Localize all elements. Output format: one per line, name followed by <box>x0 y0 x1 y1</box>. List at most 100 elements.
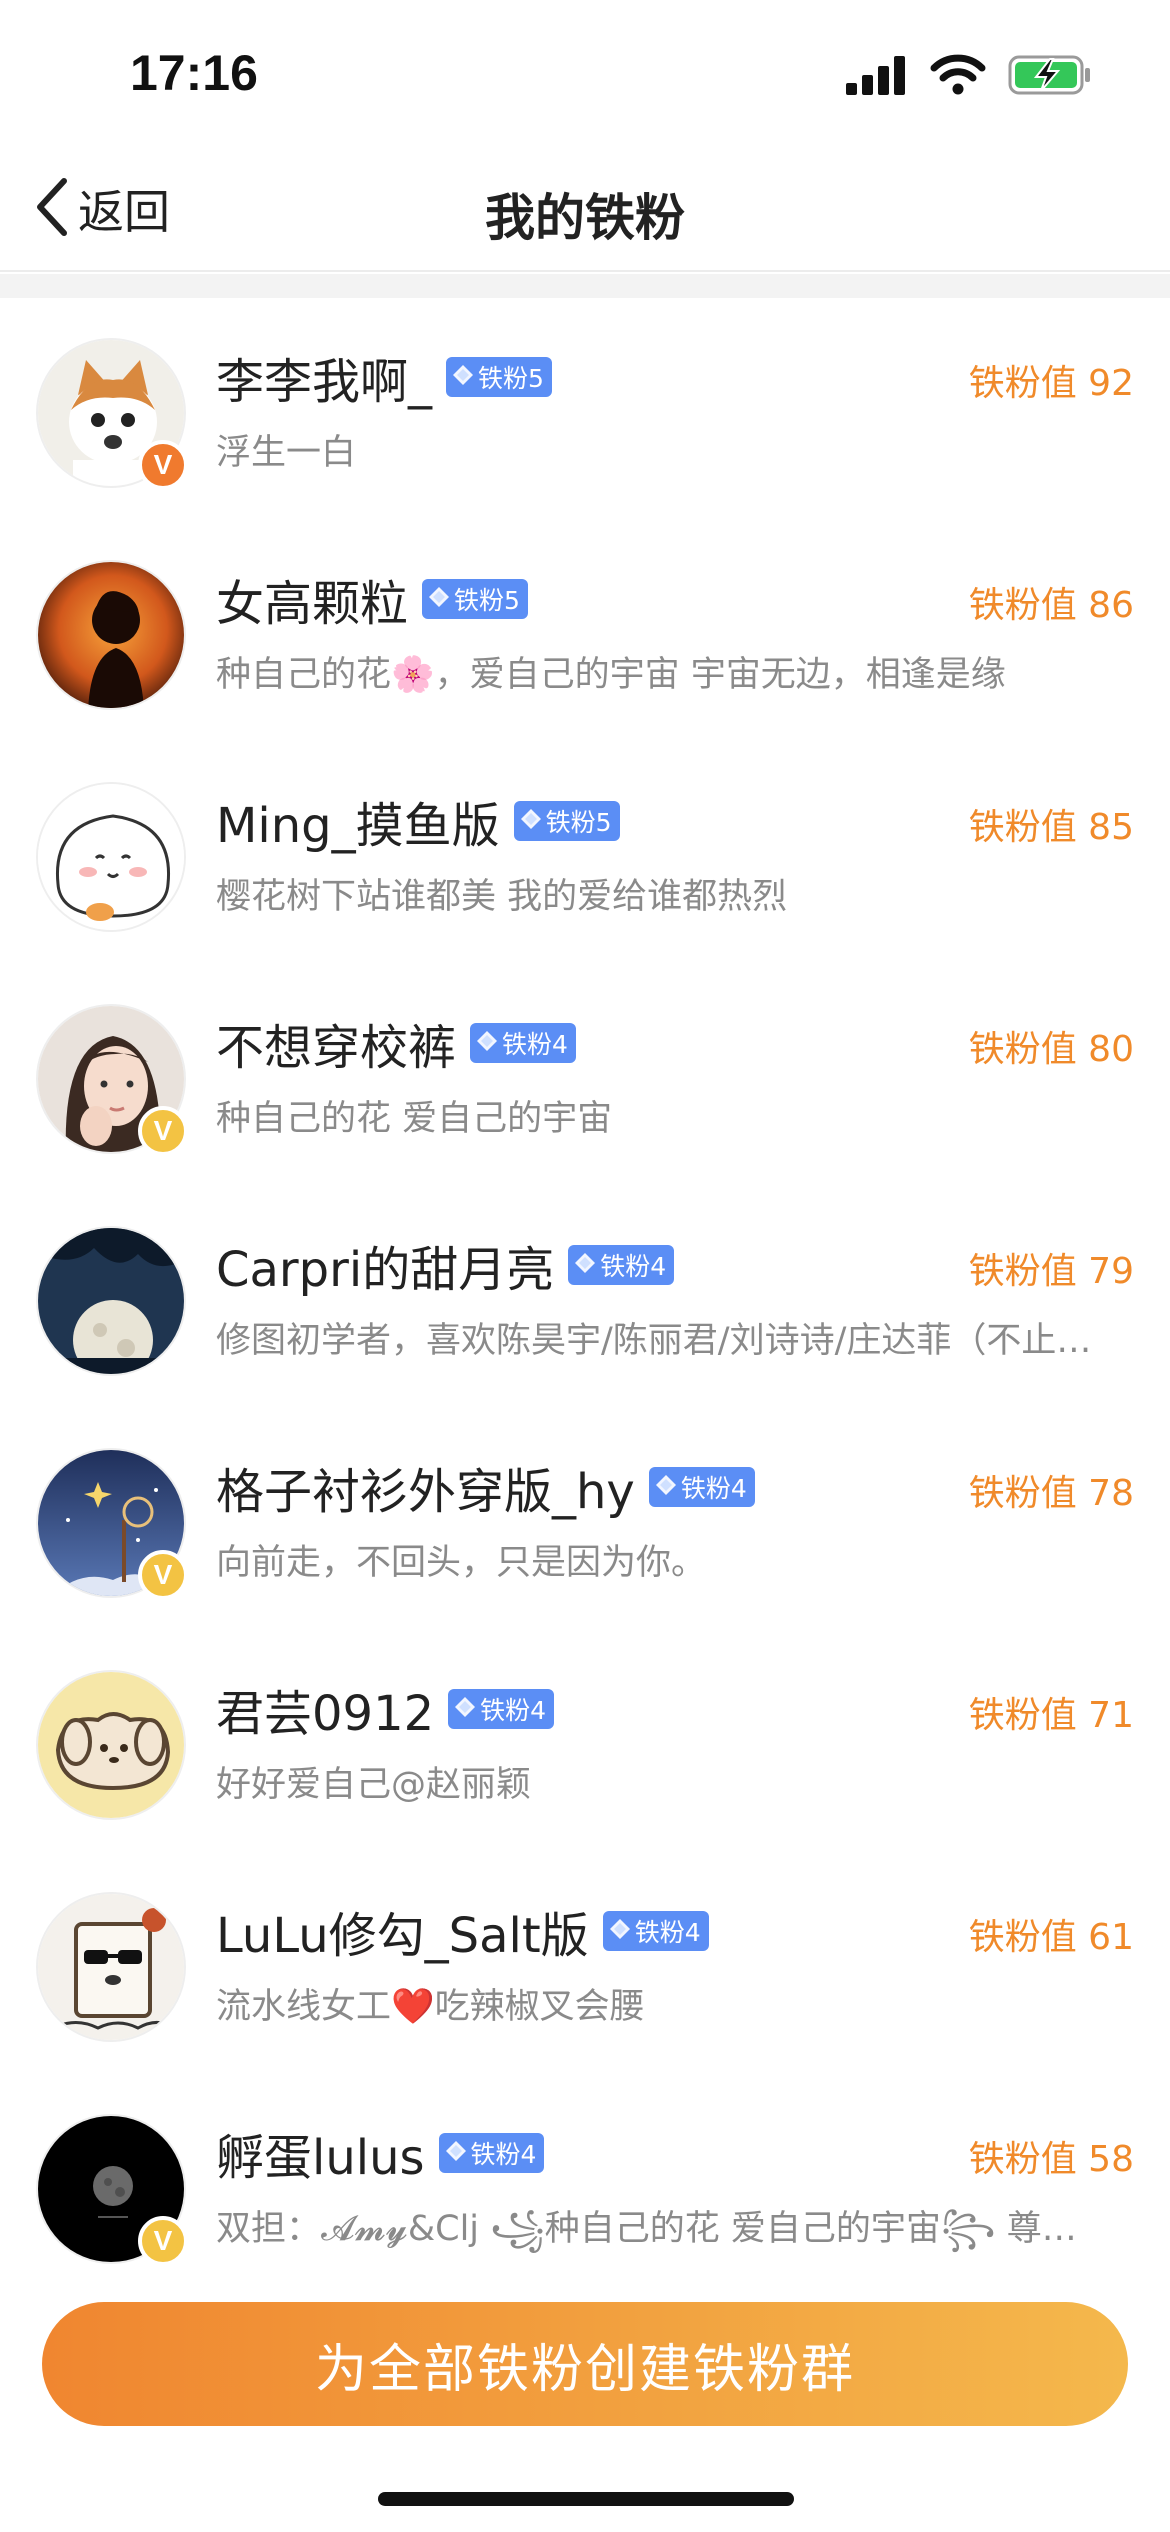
fan-name: Ming_摸鱼版 <box>216 798 500 854</box>
fan-level-badge: 铁粉5 <box>513 801 620 841</box>
name-line: Ming_摸鱼版 铁粉5 <box>216 786 620 856</box>
fan-list: V 李李我啊_ 铁粉5 浮生一白 铁粉值 92 女高颗粒 铁粉5 种自己的花🌸，… <box>0 298 1170 2296</box>
avatar[interactable] <box>36 1892 186 2042</box>
fan-level-badge: 铁粉4 <box>648 1467 755 1507</box>
fan-name: Carpri的甜月亮 <box>216 1242 555 1298</box>
wifi-icon <box>930 54 986 100</box>
fan-bio: 流水线女工❤️吃辣椒叉会腰 <box>216 1987 645 2027</box>
fan-level-label: 铁粉4 <box>634 1918 701 1947</box>
full-moon-night-avatar-icon <box>36 1226 186 1376</box>
fan-bio: 种自己的花 爱自己的宇宙 <box>216 1099 613 1139</box>
fan-level-label: 铁粉5 <box>545 808 612 837</box>
avatar[interactable] <box>36 782 186 932</box>
diamond-icon <box>428 586 450 612</box>
battery-charging-icon <box>1008 54 1092 100</box>
fan-row[interactable]: V 孵蛋lulus 铁粉4 双担：𝓐𝓶𝔂&Clj ꧁种自己的花 爱自己的宇宙꧂ … <box>0 2074 1170 2296</box>
name-line: 孵蛋lulus 铁粉4 <box>216 2118 545 2188</box>
nav-bar: 返回 我的铁粉 <box>0 150 1170 272</box>
fan-row[interactable]: Carpri的甜月亮 铁粉4 修图初学者，喜欢陈昊宇/陈丽君/刘诗诗/庄达菲（不… <box>0 1186 1170 1408</box>
diamond-icon <box>655 1474 677 1500</box>
fan-level-badge: 铁粉4 <box>470 1023 576 1063</box>
status-time: 17:16 <box>130 45 258 101</box>
name-line: 格子衬衫外穿版_hy 铁粉4 <box>216 1452 755 1522</box>
fan-level-label: 铁粉5 <box>478 364 544 393</box>
fan-name: 女高颗粒 <box>216 576 409 632</box>
avatar[interactable]: V <box>36 2114 188 2266</box>
fan-bio: 双担：𝓐𝓶𝔂&Clj ꧁种自己的花 爱自己的宇宙꧂ 尊… <box>216 2209 1077 2249</box>
name-line: Carpri的甜月亮 铁粉4 <box>216 1230 675 1300</box>
fan-bio: 浮生一白 <box>216 433 357 473</box>
diamond-icon <box>609 1918 631 1944</box>
avatar[interactable]: V <box>36 1448 188 1600</box>
sunglasses-dog-avatar-icon <box>36 1892 186 2042</box>
fan-score: 铁粉值 78 <box>968 1473 1134 1514</box>
fan-name: 李李我啊_ <box>216 354 433 410</box>
verified-badge-icon: V <box>138 1106 188 1156</box>
verified-badge-icon: V <box>138 1550 188 1600</box>
avatar[interactable]: V <box>36 1004 188 1156</box>
home-indicator <box>378 2492 794 2506</box>
fan-score: 铁粉值 85 <box>968 807 1134 848</box>
page-title: 我的铁粉 <box>485 189 685 247</box>
fan-level-badge: 铁粉5 <box>446 357 552 397</box>
fan-bio: 向前走，不回头，只是因为你。 <box>216 1543 707 1583</box>
create-fan-group-button[interactable]: 为全部铁粉创建铁粉群 <box>42 2302 1128 2426</box>
fan-level-label: 铁粉4 <box>480 1696 547 1725</box>
diamond-icon <box>452 364 474 390</box>
avatar[interactable] <box>36 560 186 710</box>
fan-name: LuLu修勾_Salt版 <box>216 1908 589 1964</box>
avatar[interactable] <box>36 1226 186 1376</box>
cartoon-dog-avatar-icon <box>36 1670 186 1820</box>
fan-name: 不想穿校裤 <box>216 1020 457 1076</box>
avatar[interactable]: V <box>36 338 188 490</box>
fan-name: 格子衬衫外穿版_hy <box>216 1464 635 1520</box>
verified-badge-icon: V <box>138 2216 188 2266</box>
fan-score: 铁粉值 80 <box>968 1029 1134 1070</box>
fan-level-label: 铁粉4 <box>470 2140 537 2169</box>
diamond-icon <box>454 1696 476 1722</box>
fan-bio: 好好爱自己@赵丽颖 <box>216 1765 532 1805</box>
diamond-icon <box>520 808 542 834</box>
fan-level-label: 铁粉5 <box>454 586 520 615</box>
fan-name: 君芸0912 <box>216 1686 435 1742</box>
fan-level-badge: 铁粉4 <box>438 2133 545 2173</box>
fan-level-label: 铁粉4 <box>600 1252 667 1281</box>
fan-level-badge: 铁粉4 <box>568 1245 675 1285</box>
fan-row[interactable]: 君芸0912 铁粉4 好好爱自己@赵丽颖 铁粉值 71 <box>0 1630 1170 1852</box>
fan-bio: 樱花树下站谁都美 我的爱给谁都热烈 <box>216 877 788 917</box>
status-icons <box>846 52 1092 102</box>
fan-row[interactable]: LuLu修勾_Salt版 铁粉4 流水线女工❤️吃辣椒叉会腰 铁粉值 61 <box>0 1852 1170 2074</box>
name-line: LuLu修勾_Salt版 铁粉4 <box>216 1896 709 1966</box>
fan-row[interactable]: V 格子衬衫外穿版_hy 铁粉4 向前走，不回头，只是因为你。 铁粉值 78 <box>0 1408 1170 1630</box>
fan-level-badge: 铁粉4 <box>602 1911 709 1951</box>
cellular-signal-icon <box>846 55 908 99</box>
verified-badge-icon: V <box>138 440 188 490</box>
fan-row[interactable]: V 李李我啊_ 铁粉5 浮生一白 铁粉值 92 <box>0 298 1170 520</box>
fan-bio: 种自己的花🌸，爱自己的宇宙 宇宙无边，相逢是缘 <box>216 655 1006 695</box>
section-divider <box>0 274 1170 298</box>
bottom-bar: 为全部铁粉创建铁粉群 <box>0 2272 1170 2532</box>
avatar[interactable] <box>36 1670 186 1820</box>
diamond-icon <box>476 1030 498 1056</box>
fan-row[interactable]: 女高颗粒 铁粉5 种自己的花🌸，爱自己的宇宙 宇宙无边，相逢是缘 铁粉值 86 <box>0 520 1170 742</box>
fan-level-label: 铁粉4 <box>502 1030 568 1059</box>
fan-level-label: 铁粉4 <box>680 1474 747 1503</box>
status-bar: 17:16 <box>0 0 1170 150</box>
fan-bio: 修图初学者，喜欢陈昊宇/陈丽君/刘诗诗/庄达菲（不止… <box>216 1321 1092 1361</box>
fan-row[interactable]: Ming_摸鱼版 铁粉5 樱花树下站谁都美 我的爱给谁都热烈 铁粉值 85 <box>0 742 1170 964</box>
fan-score: 铁粉值 71 <box>968 1695 1134 1736</box>
name-line: 不想穿校裤 铁粉4 <box>216 1008 576 1078</box>
fan-score: 铁粉值 61 <box>968 1917 1134 1958</box>
name-line: 女高颗粒 铁粉5 <box>216 564 528 634</box>
fan-score: 铁粉值 58 <box>968 2139 1134 2180</box>
fan-score: 铁粉值 92 <box>968 363 1134 404</box>
sunset-silhouette-avatar-icon <box>36 560 186 710</box>
cartoon-bun-avatar-icon <box>36 782 186 932</box>
fan-level-badge: 铁粉5 <box>422 579 528 619</box>
fan-name: 孵蛋lulus <box>216 2130 425 2186</box>
diamond-icon <box>445 2140 467 2166</box>
fan-score: 铁粉值 86 <box>968 585 1134 626</box>
fan-score: 铁粉值 79 <box>968 1251 1134 1292</box>
fan-row[interactable]: V 不想穿校裤 铁粉4 种自己的花 爱自己的宇宙 铁粉值 80 <box>0 964 1170 1186</box>
fan-level-badge: 铁粉4 <box>448 1689 555 1729</box>
